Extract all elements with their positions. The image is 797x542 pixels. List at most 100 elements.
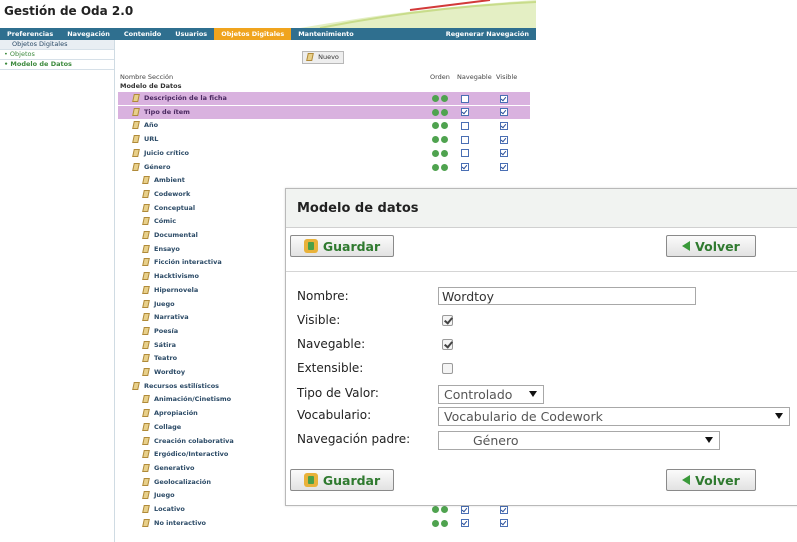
pencil-icon[interactable]: [142, 395, 150, 404]
visible-checkbox[interactable]: [500, 149, 508, 158]
tree-row[interactable]: Juicio crítico: [118, 147, 530, 160]
visible-checkbox[interactable]: [500, 94, 508, 103]
visible-checkbox[interactable]: [500, 163, 508, 171]
tree-row-label-wrap: Género: [132, 161, 170, 174]
tree-root-label: Modelo de Datos: [120, 82, 182, 90]
navegable-checkbox[interactable]: [461, 135, 469, 144]
visible-checkbox[interactable]: [500, 108, 508, 117]
visible-checkbox[interactable]: [442, 315, 453, 326]
tree-row-label-wrap: Año: [132, 119, 158, 132]
navegable-checkbox[interactable]: [461, 94, 469, 103]
move-up-icon[interactable]: [432, 95, 439, 102]
tree-row[interactable]: Año: [118, 119, 530, 132]
guardar-button-top[interactable]: Guardar: [290, 235, 394, 257]
visible-checkbox[interactable]: [500, 519, 508, 528]
pencil-icon[interactable]: [142, 463, 150, 472]
visible-cell: [500, 161, 508, 174]
move-up-icon[interactable]: [432, 519, 439, 527]
tree-row[interactable]: Tipo de ítem: [118, 105, 530, 119]
volver-button-top[interactable]: Volver: [666, 235, 756, 257]
pencil-icon[interactable]: [132, 121, 140, 130]
move-up-icon[interactable]: [432, 122, 439, 130]
pencil-icon[interactable]: [142, 450, 150, 459]
navegable-checkbox[interactable]: [461, 149, 469, 158]
pencil-icon[interactable]: [142, 217, 150, 226]
move-down-icon[interactable]: [441, 519, 448, 527]
guardar-button-bottom[interactable]: Guardar: [290, 469, 394, 491]
navegable-checkbox[interactable]: [442, 339, 453, 350]
pencil-icon[interactable]: [132, 107, 140, 116]
back-arrow-icon: [682, 475, 691, 485]
pencil-icon[interactable]: [142, 299, 150, 308]
pencil-icon[interactable]: [142, 272, 150, 281]
pencil-icon[interactable]: [142, 244, 150, 253]
move-up-icon[interactable]: [432, 108, 439, 116]
move-down-icon[interactable]: [441, 506, 448, 513]
pencil-icon[interactable]: [142, 436, 150, 445]
tipo-de-valor-select[interactable]: Controlado: [438, 385, 544, 404]
volver-button-bottom[interactable]: Volver: [666, 469, 756, 491]
pencil-icon[interactable]: [142, 505, 150, 513]
navegable-checkbox[interactable]: [461, 519, 469, 528]
tree-row[interactable]: Descripción de la ficha: [118, 92, 530, 105]
move-up-icon[interactable]: [432, 149, 439, 157]
move-down-icon[interactable]: [441, 149, 448, 157]
move-down-icon[interactable]: [441, 163, 448, 171]
tree-row[interactable]: Género: [118, 161, 530, 174]
pencil-icon[interactable]: [142, 477, 150, 486]
navegable-checkbox[interactable]: [461, 505, 469, 514]
nombre-input[interactable]: Wordtoy: [438, 287, 696, 305]
pencil-icon[interactable]: [142, 409, 150, 418]
vocabulario-select[interactable]: Vocabulario de Codework: [438, 407, 790, 426]
move-up-icon[interactable]: [432, 136, 439, 144]
pencil-icon[interactable]: [142, 491, 150, 500]
move-down-icon[interactable]: [441, 122, 448, 130]
move-down-icon[interactable]: [441, 108, 448, 116]
sidebar-item-modelo-de-datos[interactable]: • Modelo de Datos: [0, 60, 114, 70]
visible-checkbox[interactable]: [500, 135, 508, 144]
pencil-icon[interactable]: [142, 189, 150, 198]
menu-contenido[interactable]: Contenido: [117, 28, 168, 40]
pencil-icon[interactable]: [142, 354, 150, 363]
pencil-icon[interactable]: [142, 285, 150, 294]
pencil-icon[interactable]: [142, 422, 150, 431]
tree-row-label-wrap: Conceptual: [142, 202, 195, 215]
pencil-icon[interactable]: [132, 381, 140, 390]
sidebar-item-objetos[interactable]: • Objetos: [0, 50, 114, 60]
pencil-icon[interactable]: [142, 326, 150, 335]
pencil-icon[interactable]: [142, 313, 150, 322]
tree-row[interactable]: No interactivo: [118, 517, 530, 530]
navegacion-padre-select[interactable]: Género: [438, 431, 720, 450]
pencil-icon[interactable]: [142, 203, 150, 212]
pencil-icon[interactable]: [142, 258, 150, 267]
menu-regenerar-navegacion[interactable]: Regenerar Navegación: [439, 28, 536, 40]
navegable-checkbox[interactable]: [461, 108, 469, 117]
pencil-icon[interactable]: [132, 148, 140, 157]
move-down-icon[interactable]: [441, 136, 448, 144]
pencil-icon[interactable]: [142, 368, 150, 376]
tree-row[interactable]: URL: [118, 133, 530, 146]
sidebar-section-objetos-digitales[interactable]: Objetos Digitales: [0, 40, 114, 50]
pencil-icon[interactable]: [132, 162, 140, 171]
pencil-icon[interactable]: [142, 231, 150, 239]
pencil-icon[interactable]: [132, 135, 140, 144]
move-down-icon[interactable]: [441, 95, 448, 102]
pencil-icon[interactable]: [142, 340, 150, 349]
navegable-checkbox[interactable]: [461, 163, 469, 171]
menu-preferencias[interactable]: Preferencias: [0, 28, 60, 40]
pencil-icon[interactable]: [132, 94, 140, 102]
pencil-icon[interactable]: [142, 518, 150, 527]
visible-checkbox[interactable]: [500, 121, 508, 130]
visible-checkbox[interactable]: [500, 505, 508, 514]
menu-usuarios[interactable]: Usuarios: [168, 28, 214, 40]
nuevo-button[interactable]: Nuevo: [302, 51, 344, 64]
menu-mantenimiento[interactable]: Mantenimiento: [291, 28, 360, 40]
menu-navegacion[interactable]: Navegación: [60, 28, 117, 40]
tree-row[interactable]: Ambient: [118, 174, 530, 187]
menu-objetos-digitales[interactable]: Objetos Digitales: [214, 28, 292, 40]
pencil-icon[interactable]: [142, 176, 150, 185]
navegable-checkbox[interactable]: [461, 121, 469, 130]
move-up-icon[interactable]: [432, 506, 439, 513]
move-up-icon[interactable]: [432, 163, 439, 171]
extensible-checkbox[interactable]: [442, 363, 453, 374]
